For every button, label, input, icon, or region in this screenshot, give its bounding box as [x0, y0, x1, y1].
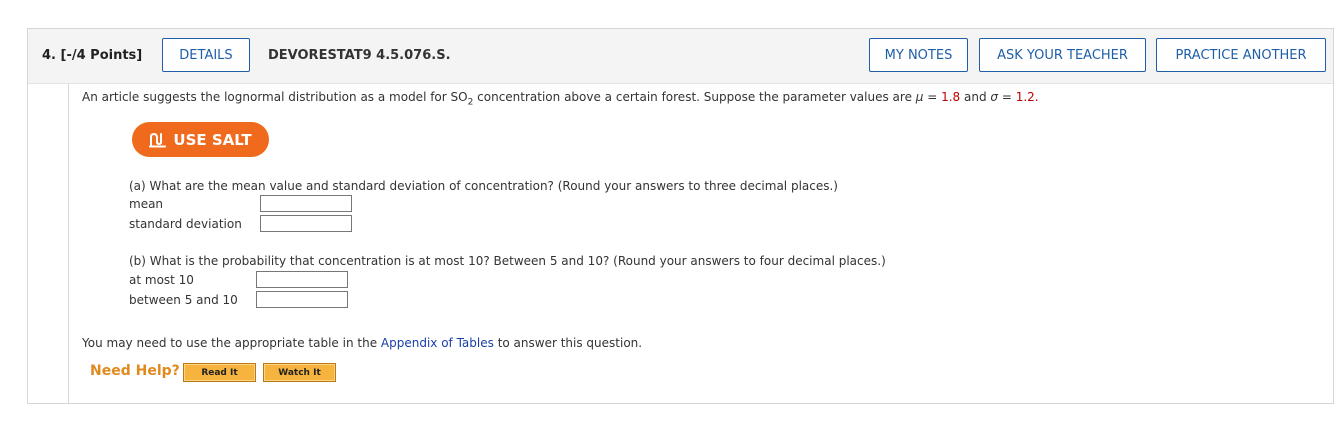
- use-salt-label: USE SALT: [173, 130, 252, 149]
- appendix-note: You may need to use the appropriate tabl…: [82, 336, 642, 350]
- between-5-and-10-input[interactable]: [256, 291, 348, 308]
- appendix-of-tables-link[interactable]: Appendix of Tables: [381, 336, 494, 350]
- mu-equals: =: [923, 90, 942, 104]
- mu-value: 1.8: [941, 90, 961, 104]
- and-text: and: [960, 90, 991, 104]
- mean-input[interactable]: [260, 195, 352, 212]
- question-header: 4. [-/4 Points] DETAILS DEVORESTAT9 4.5.…: [28, 29, 1333, 84]
- read-it-button[interactable]: Read It: [183, 363, 256, 382]
- question-points: 4. [-/4 Points]: [42, 48, 142, 63]
- use-salt-button[interactable]: USE SALT: [132, 122, 269, 157]
- sigma-value: 1.2: [1015, 90, 1035, 104]
- points-label: [-/4 Points]: [60, 48, 143, 63]
- details-button[interactable]: DETAILS: [162, 38, 250, 72]
- practice-another-button[interactable]: PRACTICE ANOTHER: [1156, 38, 1326, 72]
- standard-deviation-label: standard deviation: [129, 217, 242, 231]
- appendix-text-after: to answer this question.: [493, 336, 643, 350]
- at-most-10-input[interactable]: [256, 271, 348, 288]
- at-most-10-label: at most 10: [129, 273, 194, 287]
- sigma-period: .: [1034, 90, 1039, 104]
- left-divider: [68, 84, 69, 404]
- question-card: 4. [-/4 Points] DETAILS DEVORESTAT9 4.5.…: [27, 28, 1334, 404]
- problem-text-middle: concentration above a certain forest. Su…: [473, 90, 916, 104]
- mean-label: mean: [129, 197, 164, 211]
- problem-statement: An article suggests the lognormal distri…: [82, 90, 1039, 107]
- ask-your-teacher-button[interactable]: ASK YOUR TEACHER: [979, 38, 1146, 72]
- watch-it-button[interactable]: Watch It: [263, 363, 336, 382]
- sigma-symbol: σ: [990, 90, 999, 104]
- question-number: 4.: [42, 48, 56, 63]
- need-help-label: Need Help?: [90, 363, 180, 379]
- appendix-text-before: You may need to use the appropriate tabl…: [82, 336, 381, 350]
- question-code: DEVORESTAT9 4.5.076.S.: [268, 48, 451, 63]
- part-a-question: (a) What are the mean value and standard…: [129, 179, 838, 193]
- between-5-and-10-label: between 5 and 10: [129, 293, 238, 307]
- salt-icon: [149, 132, 167, 147]
- problem-text: An article suggests the lognormal distri…: [82, 90, 468, 104]
- sigma-equals: =: [998, 90, 1016, 104]
- my-notes-button[interactable]: MY NOTES: [869, 38, 968, 72]
- part-b-question: (b) What is the probability that concent…: [129, 254, 886, 268]
- standard-deviation-input[interactable]: [260, 215, 352, 232]
